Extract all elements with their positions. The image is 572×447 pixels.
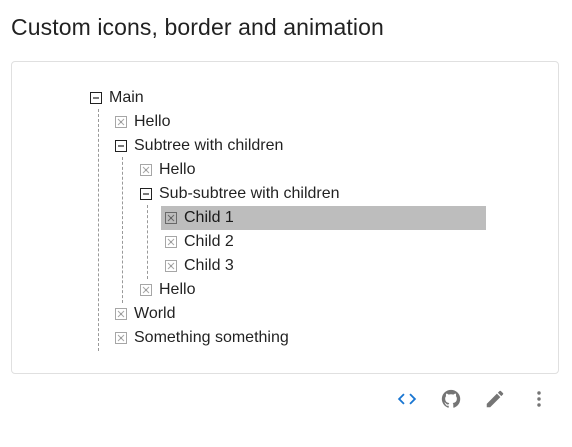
github-button[interactable] [438, 386, 464, 412]
edit-button[interactable] [482, 386, 508, 412]
page-title: Custom icons, border and animation [11, 14, 384, 40]
code-icon [397, 393, 417, 405]
tree-item-something[interactable]: Something something [115, 326, 289, 350]
collapse-icon[interactable] [115, 140, 127, 152]
close-icon [115, 116, 127, 128]
tree-item-label: Main [109, 89, 144, 106]
collapse-icon[interactable] [140, 188, 152, 200]
tree-item-child-3[interactable]: Child 3 [165, 254, 234, 278]
close-icon [165, 236, 177, 248]
tree-item-label: Child 2 [184, 233, 234, 250]
tree-item-world[interactable]: World [115, 302, 176, 326]
tree-item-child-2[interactable]: Child 2 [165, 230, 234, 254]
tree-item-label: World [134, 305, 176, 322]
close-icon [165, 260, 177, 272]
close-icon [115, 308, 127, 320]
tree-item-label: Hello [159, 281, 196, 298]
pencil-icon [486, 390, 504, 408]
tree-item-subtree[interactable]: Subtree with children [115, 134, 283, 158]
close-icon [165, 212, 177, 224]
tree-item-main[interactable]: Main [90, 86, 144, 110]
tree-item-hello[interactable]: Hello [140, 158, 195, 182]
tree-guide-line [98, 109, 99, 351]
tree-item-label: Child 1 [184, 209, 234, 226]
tree-item-label: Hello [159, 161, 196, 178]
close-icon [140, 284, 152, 296]
demo-container: Main Hello Subtree with children Hello S… [11, 61, 559, 374]
tree-item-child-1[interactable]: Child 1 [161, 206, 486, 230]
tree-item-label: Something something [134, 329, 289, 346]
tree-guide-line [147, 205, 148, 279]
more-vert-icon [537, 391, 541, 407]
tree-item-hello[interactable]: Hello [115, 110, 170, 134]
tree-item-hello[interactable]: Hello [140, 278, 195, 302]
github-icon [441, 389, 461, 408]
tree-guide-line [122, 157, 123, 303]
tree-item-sub-subtree[interactable]: Sub-subtree with children [140, 182, 340, 206]
more-options-button[interactable] [526, 386, 552, 412]
collapse-icon[interactable] [90, 92, 102, 104]
tree-item-label: Child 3 [184, 257, 234, 274]
tree-view: Main Hello Subtree with children Hello S… [12, 62, 558, 373]
tree-item-label: Subtree with children [134, 137, 284, 154]
view-source-button[interactable] [394, 386, 420, 412]
tree-item-label: Hello [134, 113, 171, 130]
close-icon [140, 164, 152, 176]
close-icon [115, 332, 127, 344]
tree-item-label: Sub-subtree with children [159, 185, 340, 202]
demo-toolbar [392, 386, 556, 412]
